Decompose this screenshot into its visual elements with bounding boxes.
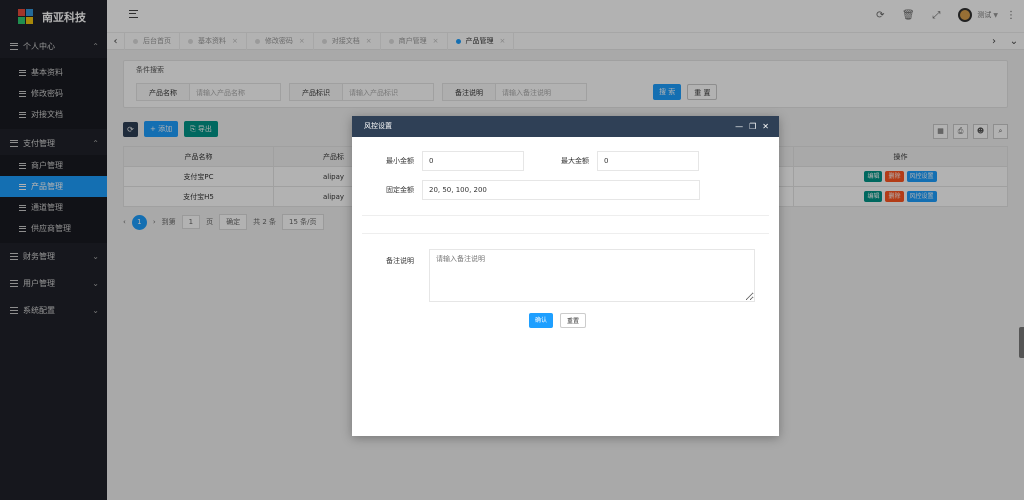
modal-title: 风控设置: [364, 122, 392, 130]
confirm-button[interactable]: 确认: [529, 313, 554, 328]
remark-label: 备注说明: [386, 257, 414, 265]
min-amount-input[interactable]: 0: [422, 151, 524, 171]
remark-textarea[interactable]: [429, 249, 755, 302]
side-drawer-handle[interactable]: [1019, 327, 1024, 358]
close-icon[interactable]: ✕: [762, 116, 769, 137]
divider: [362, 233, 769, 234]
minimize-icon[interactable]: —: [735, 116, 743, 137]
min-amount-label: 最小金额: [386, 157, 414, 165]
reset-button[interactable]: 重置: [560, 313, 587, 328]
maximize-icon[interactable]: ❐: [749, 116, 756, 137]
max-amount-input[interactable]: 0: [597, 151, 699, 171]
max-amount-label: 最大金额: [561, 157, 589, 165]
modal-header: 风控设置 — ❐ ✕: [352, 116, 779, 137]
fixed-amount-input[interactable]: 20, 50, 100, 200: [422, 180, 700, 200]
divider: [362, 215, 769, 216]
risk-settings-modal: 风控设置 — ❐ ✕ 最小金额 0 最大金额 0 固定金额 20, 50, 10…: [352, 116, 779, 436]
fixed-amount-label: 固定金额: [386, 186, 414, 194]
